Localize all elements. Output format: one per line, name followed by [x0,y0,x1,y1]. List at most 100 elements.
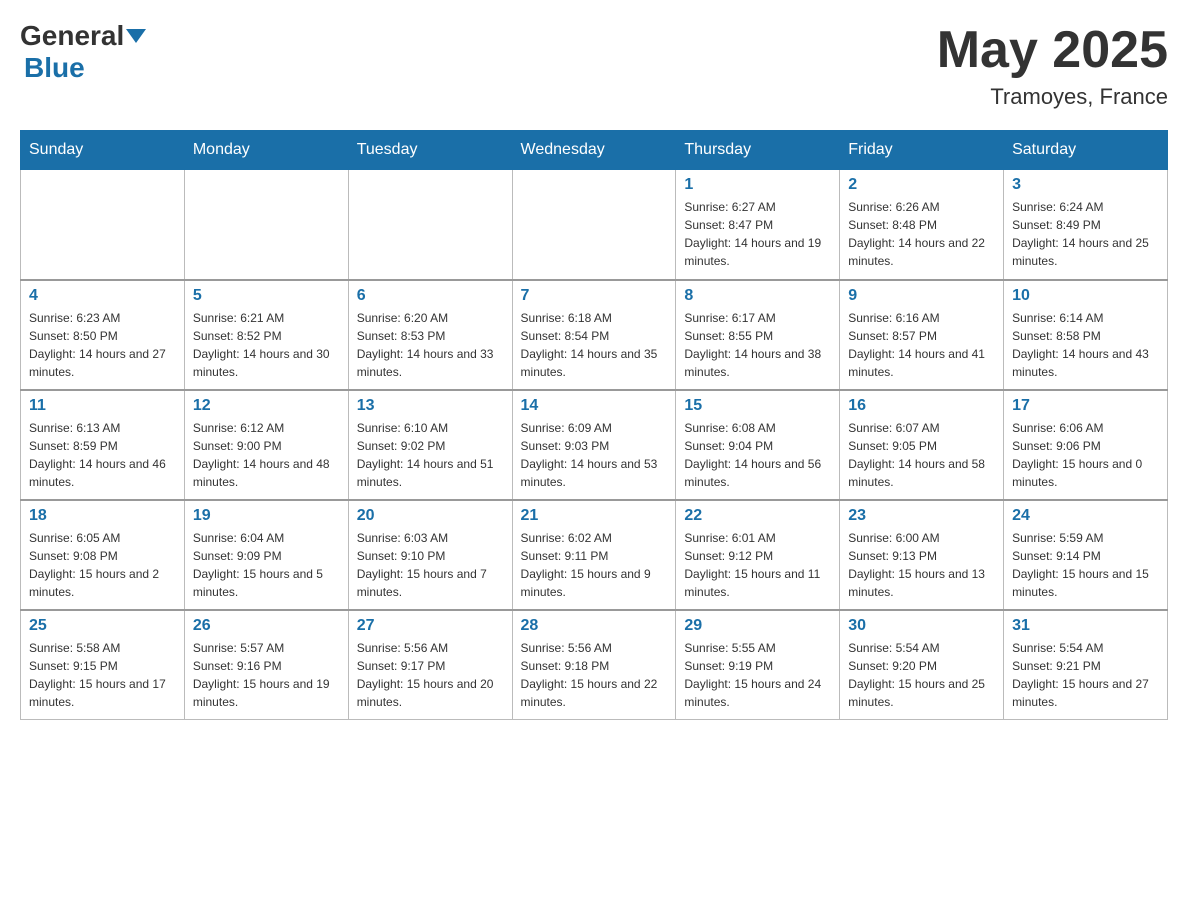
day-info: Sunrise: 6:06 AMSunset: 9:06 PMDaylight:… [1012,419,1159,491]
calendar-cell: 30 Sunrise: 5:54 AMSunset: 9:20 PMDayligh… [840,610,1004,720]
col-sunday: Sunday [21,131,185,170]
col-friday: Friday [840,131,1004,170]
day-number: 15 [684,397,831,415]
calendar-cell: 1Sunrise: 6:27 AMSunset: 8:47 PMDaylight… [676,170,840,280]
day-info: Sunrise: 6:12 AMSunset: 9:00 PMDaylight:… [193,419,340,491]
day-info: Sunrise: 5:55 AMSunset: 9:19 PMDaylight:… [684,639,831,711]
calendar-cell: 20Sunrise: 6:03 AMSunset: 9:10 PMDayligh… [348,500,512,610]
day-info: Sunrise: 6:09 AMSunset: 9:03 PMDaylight:… [521,419,668,491]
calendar-cell: 12Sunrise: 6:12 AMSunset: 9:00 PMDayligh… [184,390,348,500]
day-number: 5 [193,287,340,305]
day-info: Sunrise: 5:54 AMSunset: 9:20 PMDaylight:… [848,639,995,711]
location-title: Tramoyes, France [937,84,1168,110]
day-info: Sunrise: 5:58 AMSunset: 9:15 PMDaylight:… [29,639,176,711]
calendar-cell: 28 Sunrise: 5:56 AMSunset: 9:18 PMDayligh… [512,610,676,720]
calendar-cell [348,170,512,280]
day-number: 18 [29,507,176,525]
col-tuesday: Tuesday [348,131,512,170]
day-number: 13 [357,397,504,415]
day-info: Sunrise: 5:56 AMSunset: 9:18 PMDaylight:… [521,639,668,711]
calendar-cell: 22 Sunrise: 6:01 AMSunset: 9:12 PMDayligh… [676,500,840,610]
calendar-cell: 29 Sunrise: 5:55 AMSunset: 9:19 PMDayligh… [676,610,840,720]
calendar-cell: 14Sunrise: 6:09 AMSunset: 9:03 PMDayligh… [512,390,676,500]
calendar-cell: 23 Sunrise: 6:00 AMSunset: 9:13 PMDayligh… [840,500,1004,610]
calendar-cell: 9Sunrise: 6:16 AMSunset: 8:57 PMDaylight… [840,280,1004,390]
col-saturday: Saturday [1004,131,1168,170]
day-info: Sunrise: 6:16 AMSunset: 8:57 PMDaylight:… [848,309,995,381]
day-number: 8 [684,287,831,305]
calendar-cell: 27 Sunrise: 5:56 AMSunset: 9:17 PMDayligh… [348,610,512,720]
day-number: 6 [357,287,504,305]
day-info: Sunrise: 6:05 AMSunset: 9:08 PMDaylight:… [29,529,176,601]
logo-general-text: General [20,20,124,52]
calendar-cell: 15 Sunrise: 6:08 AMSunset: 9:04 PMDayligh… [676,390,840,500]
day-number: 28 [521,617,668,635]
calendar-cell [512,170,676,280]
col-wednesday: Wednesday [512,131,676,170]
week-row-2: 4Sunrise: 6:23 AMSunset: 8:50 PMDaylight… [21,280,1168,390]
day-info: Sunrise: 5:54 AMSunset: 9:21 PMDaylight:… [1012,639,1159,711]
day-info: Sunrise: 6:03 AMSunset: 9:10 PMDaylight:… [357,529,504,601]
page-header: General Blue May 2025 Tramoyes, France [20,20,1168,110]
day-info: Sunrise: 6:23 AMSunset: 8:50 PMDaylight:… [29,309,176,381]
day-info: Sunrise: 6:13 AMSunset: 8:59 PMDaylight:… [29,419,176,491]
calendar-header-row: Sunday Monday Tuesday Wednesday Thursday… [21,131,1168,170]
week-row-5: 25 Sunrise: 5:58 AMSunset: 9:15 PMDayligh… [21,610,1168,720]
day-info: Sunrise: 6:04 AMSunset: 9:09 PMDaylight:… [193,529,340,601]
day-info: Sunrise: 6:00 AMSunset: 9:13 PMDaylight:… [848,529,995,601]
day-number: 10 [1012,287,1159,305]
calendar-cell [184,170,348,280]
day-info: Sunrise: 6:14 AMSunset: 8:58 PMDaylight:… [1012,309,1159,381]
day-info: Sunrise: 6:17 AMSunset: 8:55 PMDaylight:… [684,309,831,381]
calendar-cell: 24Sunrise: 5:59 AMSunset: 9:14 PMDayligh… [1004,500,1168,610]
calendar-cell: 21 Sunrise: 6:02 AMSunset: 9:11 PMDayligh… [512,500,676,610]
day-number: 22 [684,507,831,525]
calendar-cell: 7Sunrise: 6:18 AMSunset: 8:54 PMDaylight… [512,280,676,390]
day-number: 21 [521,507,668,525]
col-monday: Monday [184,131,348,170]
calendar-cell: 16 Sunrise: 6:07 AMSunset: 9:05 PMDayligh… [840,390,1004,500]
day-number: 24 [1012,507,1159,525]
col-thursday: Thursday [676,131,840,170]
day-number: 30 [848,617,995,635]
calendar-cell: 26Sunrise: 5:57 AMSunset: 9:16 PMDayligh… [184,610,348,720]
logo: General Blue [20,20,146,84]
day-number: 2 [848,176,995,194]
logo-blue-text: Blue [24,52,85,83]
day-number: 16 [848,397,995,415]
week-row-1: 1Sunrise: 6:27 AMSunset: 8:47 PMDaylight… [21,170,1168,280]
day-info: Sunrise: 6:27 AMSunset: 8:47 PMDaylight:… [684,198,831,270]
calendar-cell: 13Sunrise: 6:10 AMSunset: 9:02 PMDayligh… [348,390,512,500]
day-number: 25 [29,617,176,635]
day-number: 29 [684,617,831,635]
day-info: Sunrise: 6:08 AMSunset: 9:04 PMDaylight:… [684,419,831,491]
day-number: 17 [1012,397,1159,415]
calendar-cell: 31 Sunrise: 5:54 AMSunset: 9:21 PMDayligh… [1004,610,1168,720]
day-info: Sunrise: 6:21 AMSunset: 8:52 PMDaylight:… [193,309,340,381]
day-number: 23 [848,507,995,525]
logo-triangle-icon [126,29,146,43]
day-info: Sunrise: 6:07 AMSunset: 9:05 PMDaylight:… [848,419,995,491]
day-number: 31 [1012,617,1159,635]
day-number: 7 [521,287,668,305]
calendar-cell: 17 Sunrise: 6:06 AMSunset: 9:06 PMDayligh… [1004,390,1168,500]
day-number: 11 [29,397,176,415]
day-number: 27 [357,617,504,635]
week-row-3: 11 Sunrise: 6:13 AMSunset: 8:59 PMDayligh… [21,390,1168,500]
calendar-cell: 2 Sunrise: 6:26 AMSunset: 8:48 PMDaylight… [840,170,1004,280]
day-info: Sunrise: 6:26 AMSunset: 8:48 PMDaylight:… [848,198,995,270]
title-area: May 2025 Tramoyes, France [937,20,1168,110]
day-info: Sunrise: 6:24 AMSunset: 8:49 PMDaylight:… [1012,198,1159,270]
calendar-cell: 11 Sunrise: 6:13 AMSunset: 8:59 PMDayligh… [21,390,185,500]
calendar-cell: 4Sunrise: 6:23 AMSunset: 8:50 PMDaylight… [21,280,185,390]
calendar-cell: 8 Sunrise: 6:17 AMSunset: 8:55 PMDaylight… [676,280,840,390]
day-number: 3 [1012,176,1159,194]
calendar-cell [21,170,185,280]
day-number: 19 [193,507,340,525]
day-info: Sunrise: 5:56 AMSunset: 9:17 PMDaylight:… [357,639,504,711]
day-info: Sunrise: 6:01 AMSunset: 9:12 PMDaylight:… [684,529,831,601]
day-info: Sunrise: 6:02 AMSunset: 9:11 PMDaylight:… [521,529,668,601]
calendar-table: Sunday Monday Tuesday Wednesday Thursday… [20,130,1168,720]
day-number: 26 [193,617,340,635]
week-row-4: 18 Sunrise: 6:05 AMSunset: 9:08 PMDayligh… [21,500,1168,610]
